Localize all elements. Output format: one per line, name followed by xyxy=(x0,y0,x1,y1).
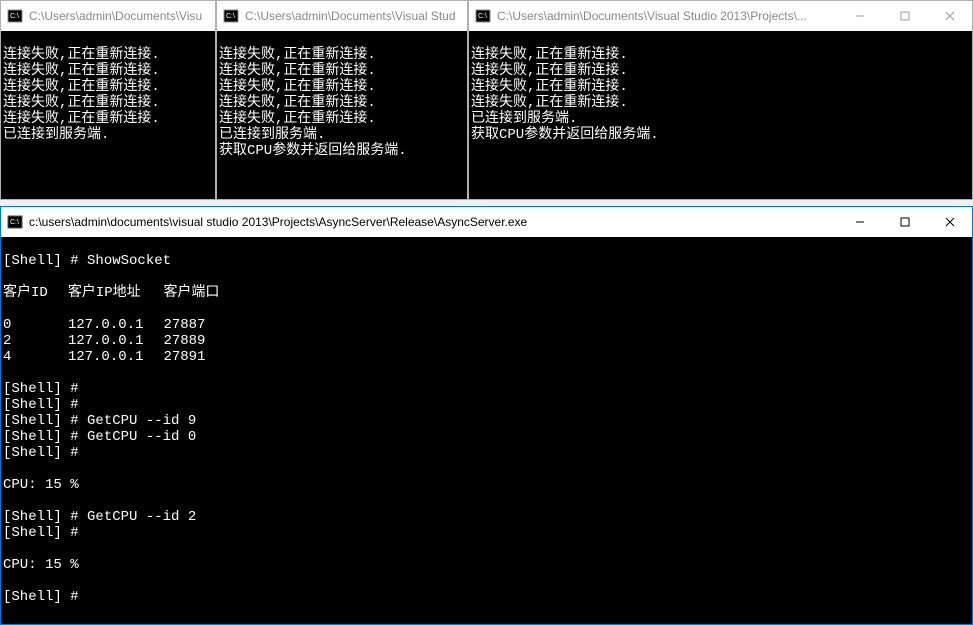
cell-ip: 127.0.0.1 xyxy=(68,333,164,349)
shell-prompt-line: [Shell] # GetCPU --id 2 xyxy=(3,509,196,525)
shell-prompt-line: [Shell] # xyxy=(3,381,79,397)
cpu-output-line: CPU: 15 % xyxy=(3,477,79,493)
console-line: 已连接到服务端. xyxy=(3,127,109,143)
titlebar[interactable]: C:\ C:\Users\admin\Documents\Visual Stud xyxy=(217,1,467,31)
titlebar[interactable]: C:\ C:\Users\admin\Documents\Visu xyxy=(1,1,215,31)
console-line: 连接失败,正在重新连接. xyxy=(219,63,376,79)
console-icon: C:\ xyxy=(475,8,491,24)
console-line: 连接失败,正在重新连接. xyxy=(471,47,628,63)
window-title: c:\users\admin\documents\visual studio 2… xyxy=(29,215,837,229)
console-line: 连接失败,正在重新连接. xyxy=(3,95,160,111)
console-line: 连接失败,正在重新连接. xyxy=(3,47,160,63)
cell-ip: 127.0.0.1 xyxy=(68,349,164,365)
table-row: 4 127.0.0.1 27891 xyxy=(3,349,239,365)
svg-text:C:\: C:\ xyxy=(478,13,487,20)
console-line: 连接失败,正在重新连接. xyxy=(471,95,628,111)
cpu-output-line: CPU: 15 % xyxy=(3,557,79,573)
client-console-window-2: C:\ C:\Users\admin\Documents\Visual Stud… xyxy=(216,0,468,200)
svg-text:C:\: C:\ xyxy=(10,13,19,20)
window-controls xyxy=(837,1,972,31)
console-line: 连接失败,正在重新连接. xyxy=(219,111,376,127)
console-output: 连接失败,正在重新连接. 连接失败,正在重新连接. 连接失败,正在重新连接. 连… xyxy=(217,31,467,199)
shell-prompt-line: [Shell] # xyxy=(3,589,79,605)
table-header-row: 客户ID 客户IP地址 客户端口 xyxy=(3,285,239,301)
socket-table: 客户ID 客户IP地址 客户端口 0 127.0.0.1 27887 2 127… xyxy=(3,285,239,365)
minimize-button[interactable] xyxy=(837,207,882,237)
console-line: 连接失败,正在重新连接. xyxy=(219,95,376,111)
console-line: 已连接到服务端. xyxy=(471,111,577,127)
shell-prompt-line: [Shell] # GetCPU --id 9 xyxy=(3,413,196,429)
console-line: 已连接到服务端. xyxy=(219,127,325,143)
shell-prompt-line: [Shell] # GetCPU --id 0 xyxy=(3,429,196,445)
cell-port: 27891 xyxy=(163,349,239,365)
client-console-window-1: C:\ C:\Users\admin\Documents\Visu 连接失败,正… xyxy=(0,0,216,200)
console-output: 连接失败,正在重新连接. 连接失败,正在重新连接. 连接失败,正在重新连接. 连… xyxy=(469,31,972,199)
console-line: 获取CPU参数并返回给服务端. xyxy=(471,127,659,143)
window-title: C:\Users\admin\Documents\Visual Studio 2… xyxy=(497,9,837,23)
cell-id: 4 xyxy=(3,349,68,365)
client-console-window-3: C:\ C:\Users\admin\Documents\Visual Stud… xyxy=(468,0,973,200)
console-output: 连接失败,正在重新连接. 连接失败,正在重新连接. 连接失败,正在重新连接. 连… xyxy=(1,31,215,199)
console-line: 连接失败,正在重新连接. xyxy=(219,47,376,63)
maximize-button[interactable] xyxy=(882,1,927,31)
console-output[interactable]: [Shell] # ShowSocket 客户ID 客户IP地址 客户端口 0 … xyxy=(1,237,972,624)
col-client-port: 客户端口 xyxy=(163,285,239,301)
window-title: C:\Users\admin\Documents\Visu xyxy=(29,9,215,23)
cell-port: 27887 xyxy=(163,317,239,333)
console-icon: C:\ xyxy=(223,8,239,24)
shell-prompt-line: [Shell] # xyxy=(3,397,79,413)
shell-prompt-line: [Shell] # ShowSocket xyxy=(3,253,171,269)
shell-prompt-line: [Shell] # xyxy=(3,525,79,541)
cell-id: 0 xyxy=(3,317,68,333)
col-client-ip: 客户IP地址 xyxy=(68,285,164,301)
console-line: 连接失败,正在重新连接. xyxy=(219,79,376,95)
window-controls xyxy=(837,207,972,237)
maximize-button[interactable] xyxy=(882,207,927,237)
minimize-button[interactable] xyxy=(837,1,882,31)
table-row: 2 127.0.0.1 27889 xyxy=(3,333,239,349)
titlebar[interactable]: C:\ C:\Users\admin\Documents\Visual Stud… xyxy=(469,1,972,31)
cell-ip: 127.0.0.1 xyxy=(68,317,164,333)
server-console-window: C:\ c:\users\admin\documents\visual stud… xyxy=(0,206,973,625)
window-title: C:\Users\admin\Documents\Visual Stud xyxy=(245,9,467,23)
shell-prompt-line: [Shell] # xyxy=(3,445,79,461)
svg-text:C:\: C:\ xyxy=(226,13,235,20)
cell-port: 27889 xyxy=(163,333,239,349)
close-button[interactable] xyxy=(927,1,972,31)
console-line: 连接失败,正在重新连接. xyxy=(3,63,160,79)
console-line: 获取CPU参数并返回给服务端. xyxy=(219,143,407,159)
console-icon: C:\ xyxy=(7,214,23,230)
console-line: 连接失败,正在重新连接. xyxy=(471,63,628,79)
titlebar[interactable]: C:\ c:\users\admin\documents\visual stud… xyxy=(1,207,972,237)
console-icon: C:\ xyxy=(7,8,23,24)
console-line: 连接失败,正在重新连接. xyxy=(471,79,628,95)
col-client-id: 客户ID xyxy=(3,285,68,301)
table-row: 0 127.0.0.1 27887 xyxy=(3,317,239,333)
close-button[interactable] xyxy=(927,207,972,237)
cell-id: 2 xyxy=(3,333,68,349)
console-line: 连接失败,正在重新连接. xyxy=(3,111,160,127)
svg-text:C:\: C:\ xyxy=(10,219,19,226)
console-line: 连接失败,正在重新连接. xyxy=(3,79,160,95)
